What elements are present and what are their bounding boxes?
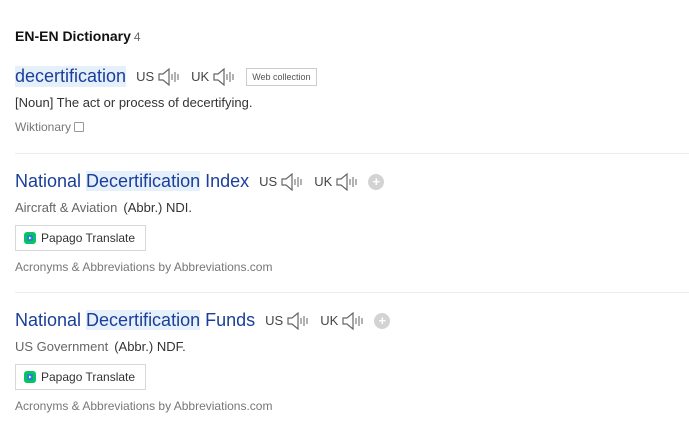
us-pronunciation: US — [259, 172, 304, 191]
headword-highlight: Decertification — [86, 171, 201, 191]
headword-link[interactable]: National Decertification Index — [15, 171, 249, 192]
speaker-icon[interactable] — [212, 67, 236, 86]
papago-translate-button[interactable]: Papago Translate — [15, 364, 147, 390]
source-label: Acronyms & Abbreviations by Abbreviation… — [15, 399, 273, 413]
section-title-text: EN-EN Dictionary — [15, 28, 131, 44]
divider — [15, 153, 689, 154]
headword-highlight: Decertification — [86, 310, 201, 330]
us-pronunciation: US — [136, 67, 181, 86]
abbreviation: (Abbr.) NDI. — [123, 200, 192, 215]
divider — [15, 292, 689, 293]
dictionary-panel: EN-EN Dictionary 4 decertification US UK … — [0, 0, 689, 446]
speaker-icon[interactable] — [280, 172, 304, 191]
category-label: US Government — [15, 339, 109, 354]
speaker-icon[interactable] — [335, 172, 359, 191]
open-window-icon — [74, 122, 85, 132]
headword-link[interactable]: decertification — [15, 66, 127, 87]
us-label: US — [259, 174, 278, 189]
papago-logo-icon — [24, 232, 36, 244]
uk-pronunciation: UK — [191, 67, 236, 86]
speaker-icon[interactable] — [157, 67, 181, 86]
plus-icon: + — [372, 174, 381, 189]
add-to-wordbook-button[interactable]: + — [368, 173, 385, 190]
headword-link[interactable]: National Decertification Funds — [15, 310, 255, 331]
headword-row: National Decertification Funds US UK + — [15, 310, 689, 331]
meaning-row: Aircraft & Aviation (Abbr.) NDI. — [15, 200, 689, 215]
papago-translate-button[interactable]: Papago Translate — [15, 225, 147, 251]
speaker-icon[interactable] — [286, 311, 310, 330]
us-label: US — [265, 313, 284, 328]
meaning-row: US Government (Abbr.) NDF. — [15, 339, 689, 354]
papago-translate-label: Papago Translate — [41, 231, 136, 245]
headword-post: Funds — [200, 310, 256, 330]
headword-post: Index — [200, 171, 250, 191]
speaker-icon[interactable] — [341, 311, 365, 330]
category-label: Aircraft & Aviation — [15, 200, 118, 215]
plus-icon: + — [378, 313, 387, 328]
source-label: Acronyms & Abbreviations by Abbreviation… — [15, 260, 273, 274]
papago-translate-label: Papago Translate — [41, 370, 136, 384]
headword-pre: National — [15, 171, 87, 191]
papago-logo-icon — [24, 371, 36, 383]
us-label: US — [136, 69, 155, 84]
uk-label: UK — [314, 174, 333, 189]
entry-decertification: decertification US UK Web collection [No… — [15, 66, 689, 134]
headword-row: decertification US UK Web collection — [15, 66, 689, 87]
result-count: 4 — [133, 30, 141, 44]
uk-label: UK — [320, 313, 339, 328]
us-pronunciation: US — [265, 311, 310, 330]
source-label: Wiktionary — [15, 120, 72, 134]
uk-pronunciation: UK — [314, 172, 359, 191]
web-collection-tag: Web collection — [246, 67, 317, 86]
definition: [Noun] The act or process of decertifyin… — [15, 95, 253, 110]
uk-label: UK — [191, 69, 210, 84]
abbreviation: (Abbr.) NDF. — [114, 339, 186, 354]
entry-national-decertification-funds: National Decertification Funds US UK + U… — [15, 310, 689, 413]
source-link[interactable]: Wiktionary — [15, 120, 689, 134]
uk-pronunciation: UK — [320, 311, 365, 330]
headword-row: National Decertification Index US UK + — [15, 171, 689, 192]
entry-national-decertification-index: National Decertification Index US UK + A… — [15, 171, 689, 274]
section-title: EN-EN Dictionary 4 — [15, 28, 141, 44]
headword-pre: National — [15, 310, 87, 330]
add-to-wordbook-button[interactable]: + — [374, 312, 391, 329]
